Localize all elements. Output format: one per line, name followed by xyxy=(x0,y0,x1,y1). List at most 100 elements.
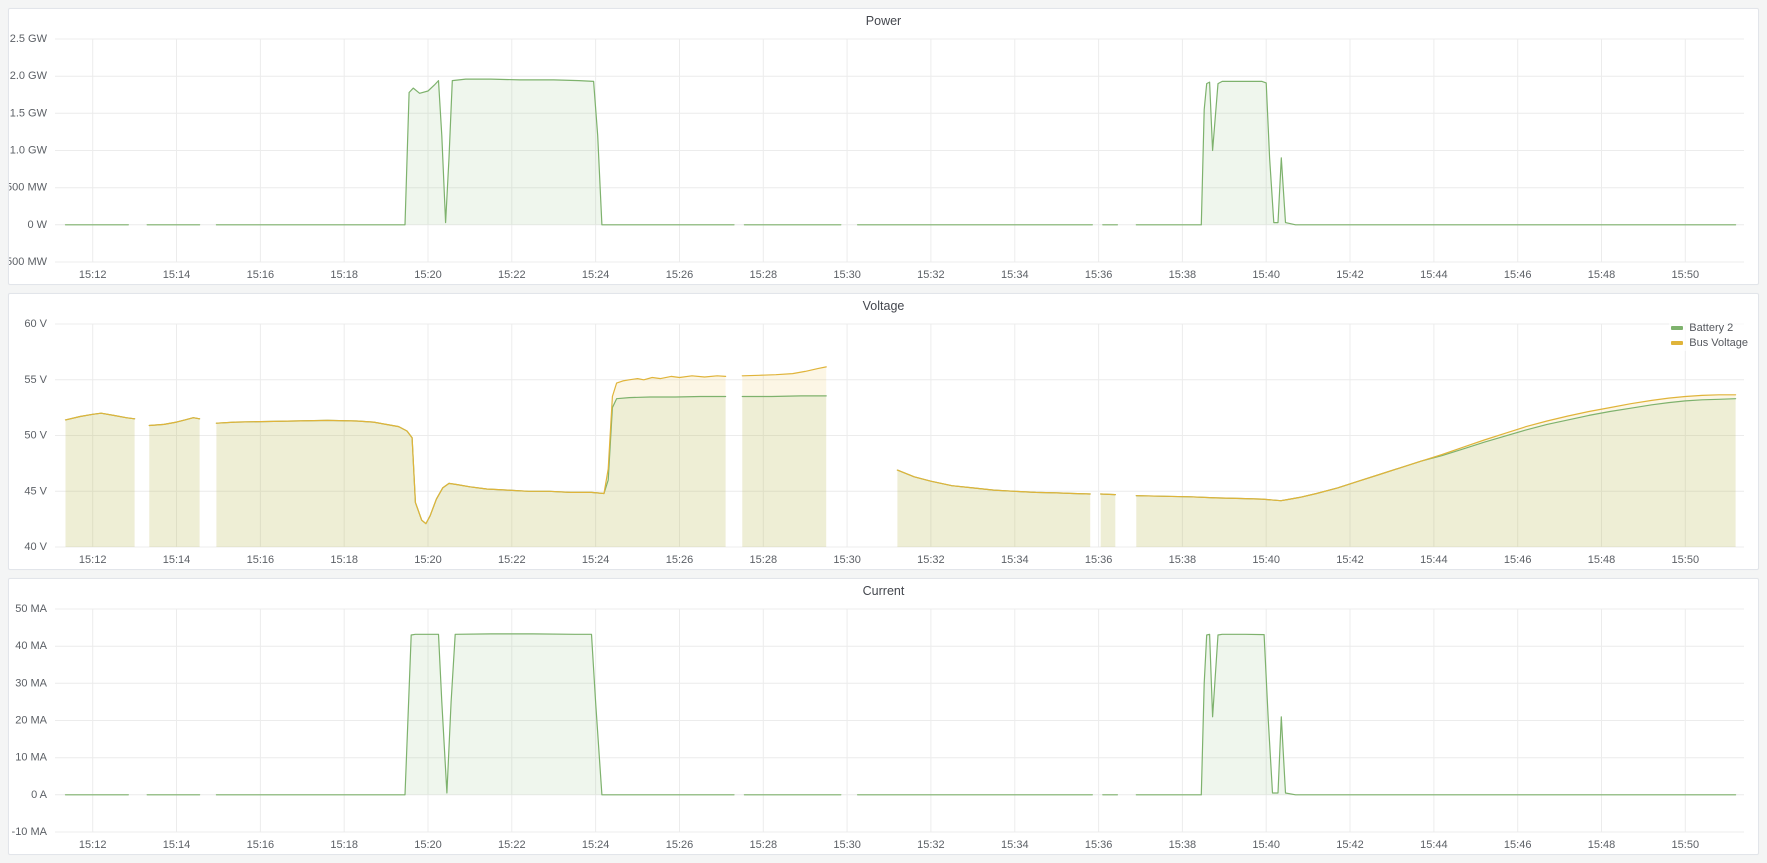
x-tick-label: 15:42 xyxy=(1336,269,1364,281)
x-tick-label: 15:34 xyxy=(1001,269,1029,281)
y-tick-label: 2.0 GW xyxy=(10,70,48,82)
y-tick-label: 0 W xyxy=(27,219,47,231)
legend-item-battery-2[interactable]: Battery 2 xyxy=(1671,322,1748,334)
x-tick-label: 15:14 xyxy=(163,554,191,566)
x-tick-label: 15:32 xyxy=(917,554,945,566)
y-tick-label: 40 V xyxy=(24,541,47,553)
x-tick-label: 15:40 xyxy=(1252,269,1280,281)
x-tick-label: 15:30 xyxy=(833,269,861,281)
x-tick-label: 15:48 xyxy=(1588,554,1616,566)
y-tick-label: 500 MW xyxy=(9,182,48,194)
x-tick-label: 15:38 xyxy=(1169,554,1197,566)
x-tick-label: 15:18 xyxy=(330,839,358,851)
x-tick-label: 15:24 xyxy=(582,269,610,281)
x-tick-label: 15:36 xyxy=(1085,269,1113,281)
series-area xyxy=(1136,395,1735,547)
x-tick-label: 15:26 xyxy=(666,839,694,851)
x-tick-label: 15:16 xyxy=(247,269,275,281)
series-area xyxy=(216,634,734,795)
y-tick-label: 10 MA xyxy=(15,752,47,764)
x-tick-label: 15:28 xyxy=(750,554,778,566)
x-tick-label: 15:12 xyxy=(79,269,107,281)
series-area xyxy=(897,470,1090,547)
y-tick-label: 60 V xyxy=(24,318,47,330)
x-tick-label: 15:14 xyxy=(163,839,191,851)
voltage-chart[interactable]: 60 V55 V50 V45 V40 V15:1215:1415:1615:18… xyxy=(9,318,1758,569)
x-tick-label: 15:30 xyxy=(833,839,861,851)
series-line xyxy=(742,396,826,397)
x-tick-label: 15:50 xyxy=(1672,839,1700,851)
x-tick-label: 15:16 xyxy=(247,554,275,566)
x-tick-label: 15:36 xyxy=(1085,554,1113,566)
x-tick-label: 15:42 xyxy=(1336,554,1364,566)
voltage-panel-header[interactable]: Voltage xyxy=(9,294,1758,318)
x-tick-label: 15:48 xyxy=(1588,269,1616,281)
x-tick-label: 15:38 xyxy=(1169,269,1197,281)
x-tick-label: 15:36 xyxy=(1085,839,1113,851)
x-tick-label: 15:12 xyxy=(79,839,107,851)
x-tick-label: 15:16 xyxy=(247,839,275,851)
x-tick-label: 15:24 xyxy=(582,554,610,566)
x-tick-label: 15:44 xyxy=(1420,269,1448,281)
x-tick-label: 15:18 xyxy=(330,554,358,566)
x-tick-label: 15:22 xyxy=(498,554,526,566)
y-tick-label: 2.5 GW xyxy=(10,33,48,45)
power-chart[interactable]: 2.5 GW 2.0 GW 1.5 GW 1.0 GW 500 MW 0 W -500 MW… xyxy=(9,33,1758,284)
x-tick-label: 15:20 xyxy=(414,554,442,566)
current-chart-svg: 50 MA 40 MA 30 MA 20 MA 10 MA 0 A -10 MA 15:12 1… xyxy=(9,603,1758,854)
series-area xyxy=(1101,494,1116,547)
x-tick-label: 15:14 xyxy=(163,269,191,281)
x-tick-label: 15:32 xyxy=(917,269,945,281)
x-tick-label: 15:28 xyxy=(750,839,778,851)
x-tick-label: 15:48 xyxy=(1588,839,1616,851)
y-tick-label: 1.5 GW xyxy=(10,107,48,119)
x-tick-label: 15:50 xyxy=(1672,554,1700,566)
x-tick-label: 15:38 xyxy=(1169,839,1197,851)
legend-item-bus-voltage[interactable]: Bus Voltage xyxy=(1671,337,1748,349)
legend-label-battery-2: Battery 2 xyxy=(1689,322,1733,334)
y-tick-label: 0 A xyxy=(31,789,48,801)
series-area xyxy=(1136,634,1735,795)
x-tick-label: 15:40 xyxy=(1252,839,1280,851)
x-tick-label: 15:50 xyxy=(1672,269,1700,281)
x-tick-label: 15:46 xyxy=(1504,839,1532,851)
power-panel-title: Power xyxy=(866,14,901,28)
power-chart-svg: 2.5 GW 2.0 GW 1.5 GW 1.0 GW 500 MW 0 W -500 MW… xyxy=(9,33,1758,284)
series-area xyxy=(216,79,734,225)
power-panel-header[interactable]: Power xyxy=(9,9,1758,33)
x-tick-label: 15:26 xyxy=(666,269,694,281)
x-tick-label: 15:18 xyxy=(330,269,358,281)
bus-voltage-color-swatch xyxy=(1671,341,1683,345)
current-panel: Current 50 MA 40 MA 30 MA 20 MA 10 MA 0 A -10 … xyxy=(8,578,1759,855)
x-tick-label: 15:20 xyxy=(414,269,442,281)
y-tick-label: 30 MA xyxy=(15,677,47,689)
y-tick-label: -500 MW xyxy=(9,256,48,268)
y-tick-label: 55 V xyxy=(24,374,47,386)
y-tick-label: 50 MA xyxy=(15,603,47,615)
x-tick-label: 15:26 xyxy=(666,554,694,566)
y-tick-label: 1.0 GW xyxy=(10,145,48,157)
x-tick-label: 15:22 xyxy=(498,269,526,281)
series-area xyxy=(149,418,199,547)
series-area xyxy=(742,367,826,547)
battery-2-color-swatch xyxy=(1671,326,1683,330)
x-tick-label: 15:46 xyxy=(1504,269,1532,281)
y-tick-label: 20 MA xyxy=(15,715,47,727)
x-tick-label: 15:46 xyxy=(1504,554,1532,566)
current-panel-title: Current xyxy=(863,584,905,598)
x-tick-label: 15:32 xyxy=(917,839,945,851)
x-tick-label: 15:28 xyxy=(750,269,778,281)
series-line xyxy=(1101,494,1116,495)
series-area xyxy=(1136,81,1735,224)
current-chart[interactable]: 50 MA 40 MA 30 MA 20 MA 10 MA 0 A -10 MA 15:12 1… xyxy=(9,603,1758,854)
y-tick-label: 50 V xyxy=(24,430,47,442)
current-panel-header[interactable]: Current xyxy=(9,579,1758,603)
y-tick-label: 40 MA xyxy=(15,640,47,652)
x-tick-label: 15:22 xyxy=(498,839,526,851)
power-panel: Power 2.5 GW 2.0 GW 1.5 GW 1.0 GW 500 MW 0 W -… xyxy=(8,8,1759,285)
y-tick-label: -10 MA xyxy=(12,826,48,838)
voltage-panel-title: Voltage xyxy=(863,299,905,313)
x-tick-label: 15:44 xyxy=(1420,554,1448,566)
y-tick-label: 45 V xyxy=(24,485,47,497)
x-tick-label: 15:24 xyxy=(582,839,610,851)
